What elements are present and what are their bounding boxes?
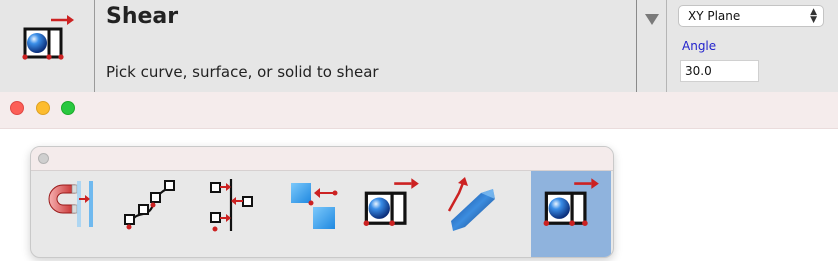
palette-tools	[31, 171, 613, 257]
window-minimize-button[interactable]	[36, 101, 50, 115]
tool-control-points-button[interactable]	[111, 171, 191, 257]
angle-label: Angle	[682, 39, 717, 53]
command-prompt: Pick curve, surface, or solid to shear	[106, 63, 379, 81]
tool-twist-button[interactable]	[431, 171, 511, 257]
triangle-down-icon	[645, 14, 659, 25]
tool-shear-button[interactable]	[531, 171, 611, 257]
palette-titlebar	[31, 147, 613, 171]
shear-icon	[543, 178, 599, 226]
window-titlebar	[0, 92, 838, 129]
tool-shear-alt-button[interactable]	[351, 171, 431, 257]
command-title: Shear	[106, 4, 179, 29]
select-arrows-icon: ▲ ▼	[810, 7, 817, 25]
tool-align-button[interactable]	[191, 171, 271, 257]
shear-icon	[22, 15, 74, 60]
palette-close-button[interactable]	[38, 153, 49, 164]
tool-move-button[interactable]	[271, 171, 351, 257]
control-points-curve-icon	[124, 180, 175, 230]
command-icon-cell	[0, 0, 95, 92]
transform-tool-palette	[30, 146, 614, 258]
divider	[666, 0, 667, 92]
options-dropdown-toggle[interactable]	[643, 10, 661, 28]
window-zoom-button[interactable]	[61, 101, 75, 115]
move-squares-icon	[291, 183, 338, 229]
plane-select-value: XY Plane	[688, 9, 741, 23]
window-close-button[interactable]	[10, 101, 24, 115]
divider	[636, 0, 637, 92]
snap-magnet-icon	[48, 181, 93, 227]
plane-select[interactable]: XY Plane ▲ ▼	[678, 5, 824, 27]
twist-bend-icon	[447, 177, 495, 231]
align-points-icon	[210, 179, 253, 232]
command-bar: Shear Pick curve, surface, or solid to s…	[0, 0, 838, 93]
shear-sphere-icon	[363, 178, 419, 226]
tool-snap-button[interactable]	[31, 171, 111, 257]
angle-input[interactable]	[680, 60, 759, 82]
